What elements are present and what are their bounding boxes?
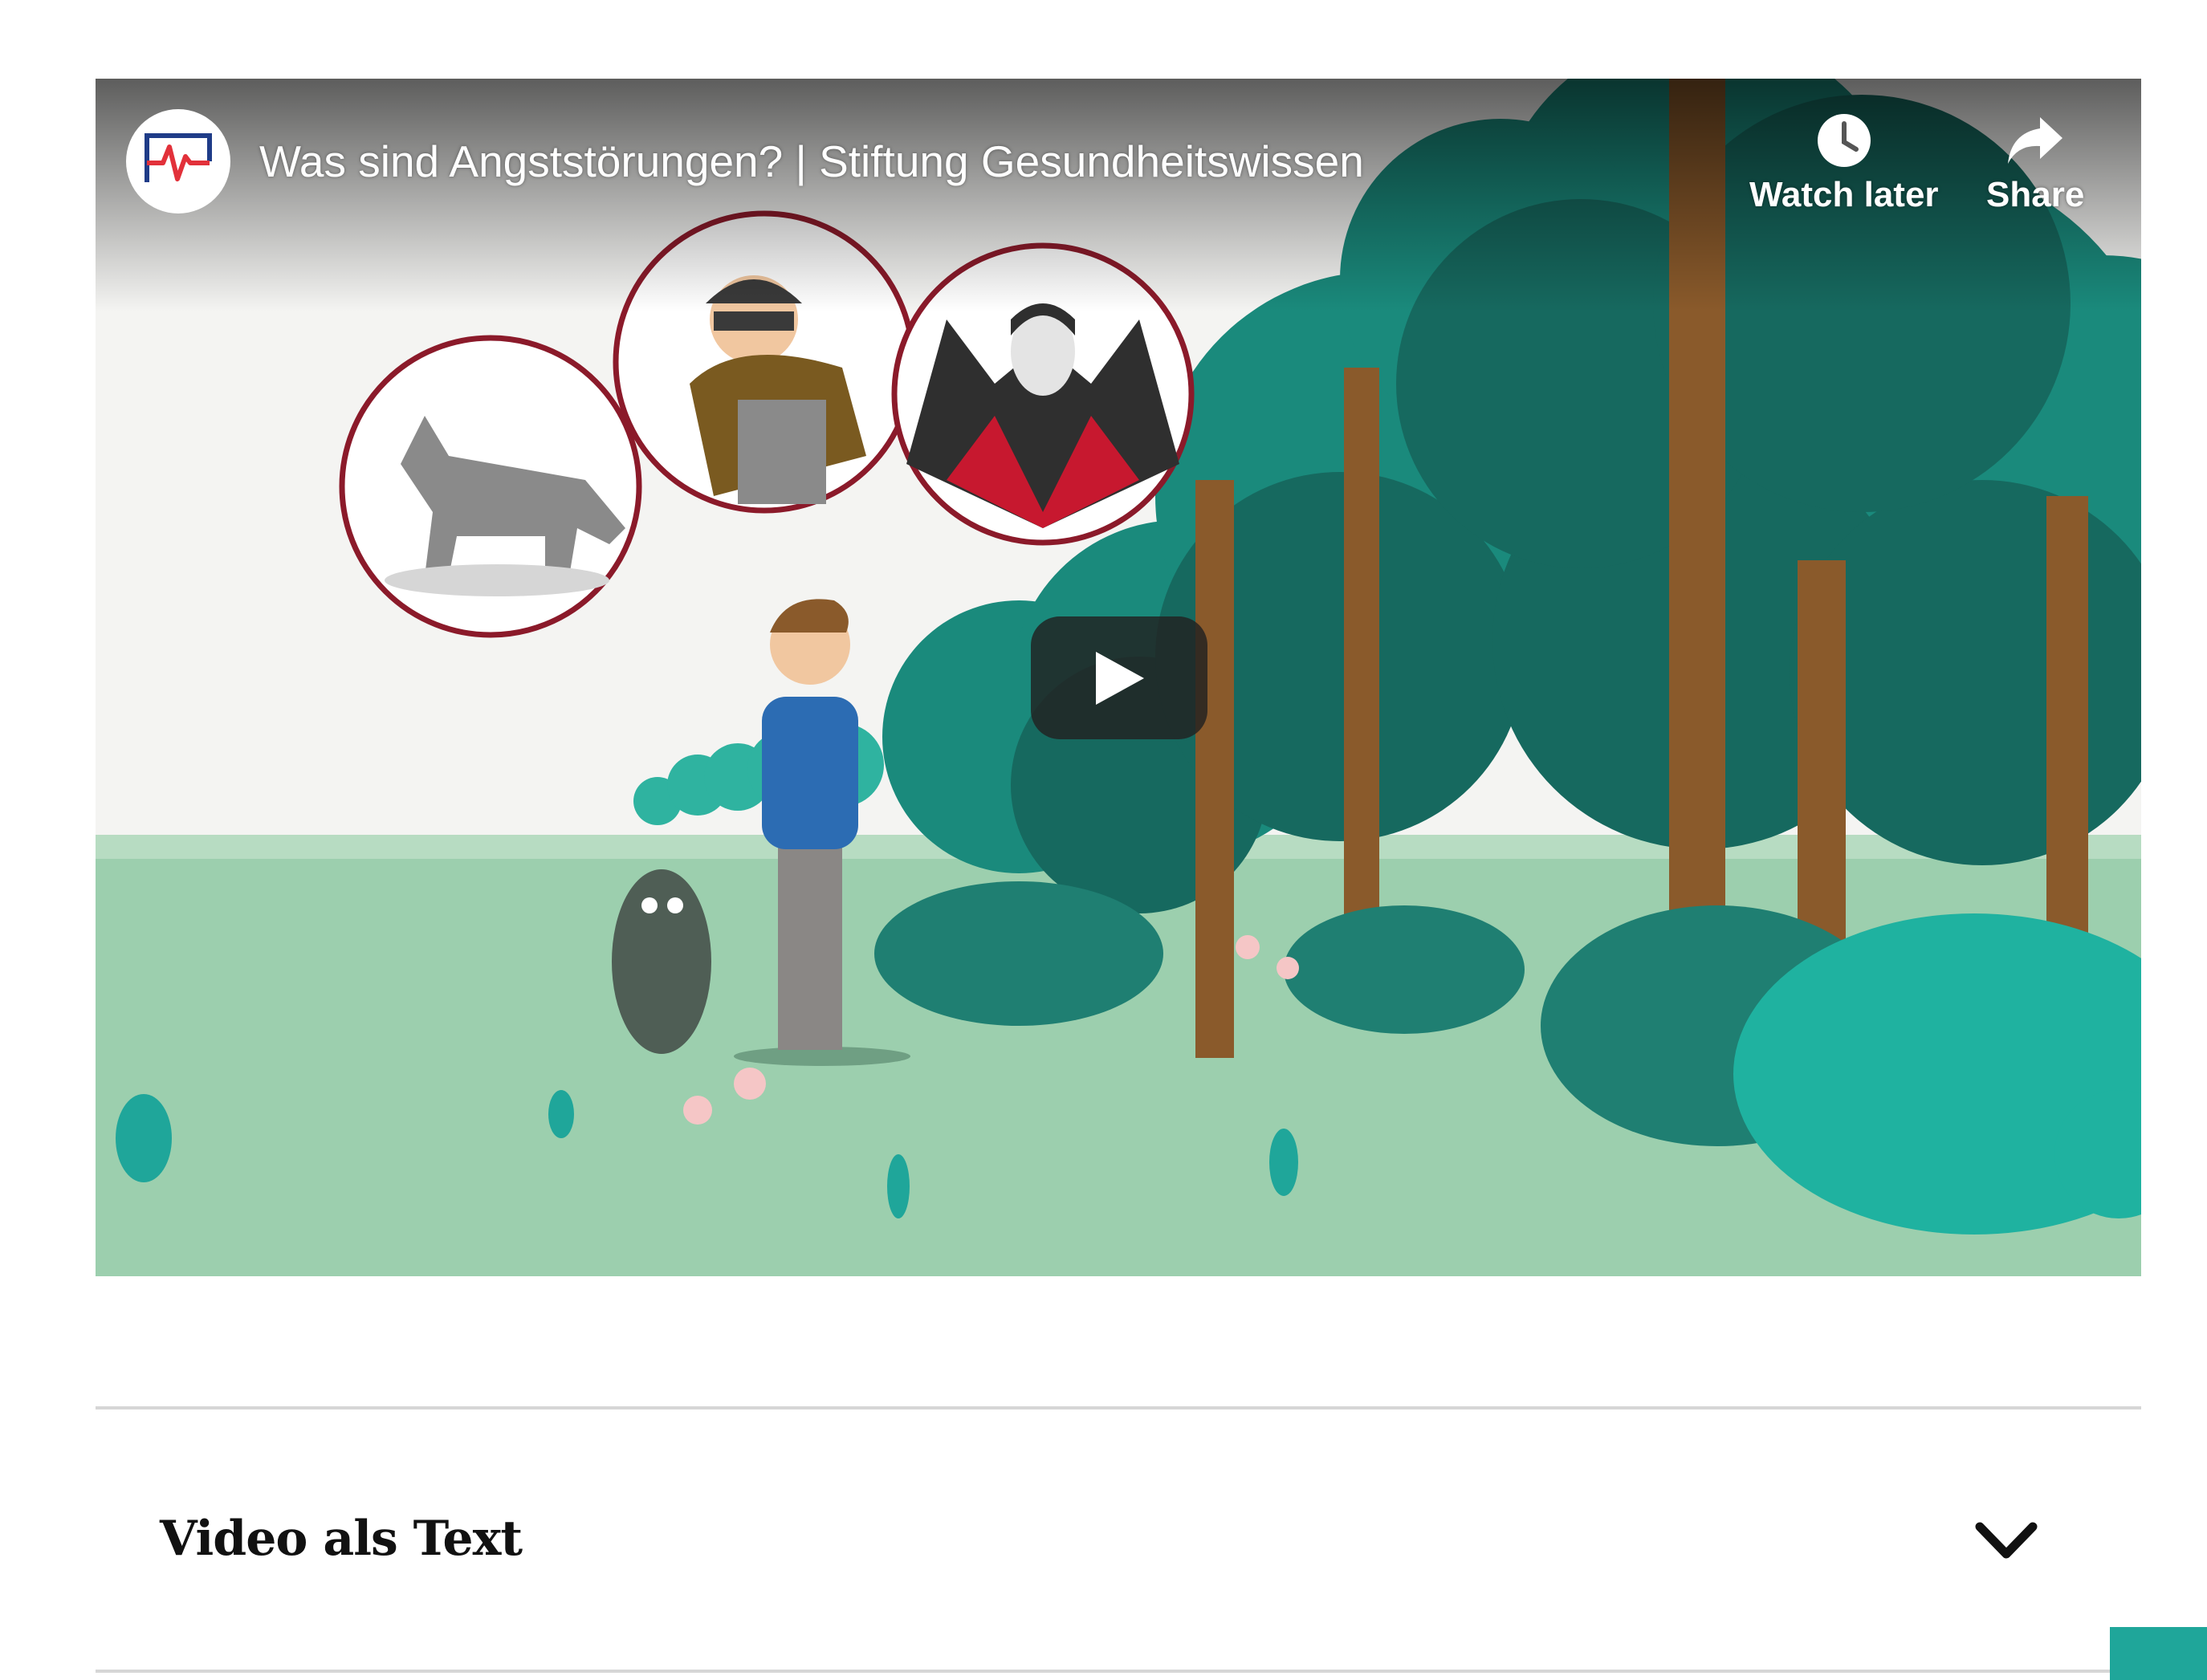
divider-bottom: [96, 1670, 2141, 1673]
clock-icon: [1817, 114, 1871, 167]
watch-later-label: Watch later: [1749, 175, 1939, 214]
channel-avatar[interactable]: [126, 109, 230, 214]
share-label: Share: [1986, 175, 2085, 214]
share-arrow-icon: [2008, 117, 2063, 164]
video-transcript-accordion[interactable]: Video als Text: [96, 1409, 2141, 1674]
heartbeat-monitor-icon: [145, 133, 212, 182]
video-title[interactable]: Was sind Angststörungen? | Stiftung Gesu…: [259, 135, 1364, 188]
watch-later-button[interactable]: Watch later: [1749, 112, 1939, 215]
chevron-down-icon[interactable]: [1973, 1519, 2039, 1564]
play-button[interactable]: [1031, 616, 1207, 739]
video-player[interactable]: Was sind Angststörungen? | Stiftung Gesu…: [96, 79, 2141, 1276]
floating-action-tab[interactable]: [2110, 1627, 2207, 1680]
share-button[interactable]: Share: [1986, 112, 2084, 215]
accordion-title: Video als Text: [160, 1511, 523, 1567]
play-icon: [1096, 651, 1144, 705]
